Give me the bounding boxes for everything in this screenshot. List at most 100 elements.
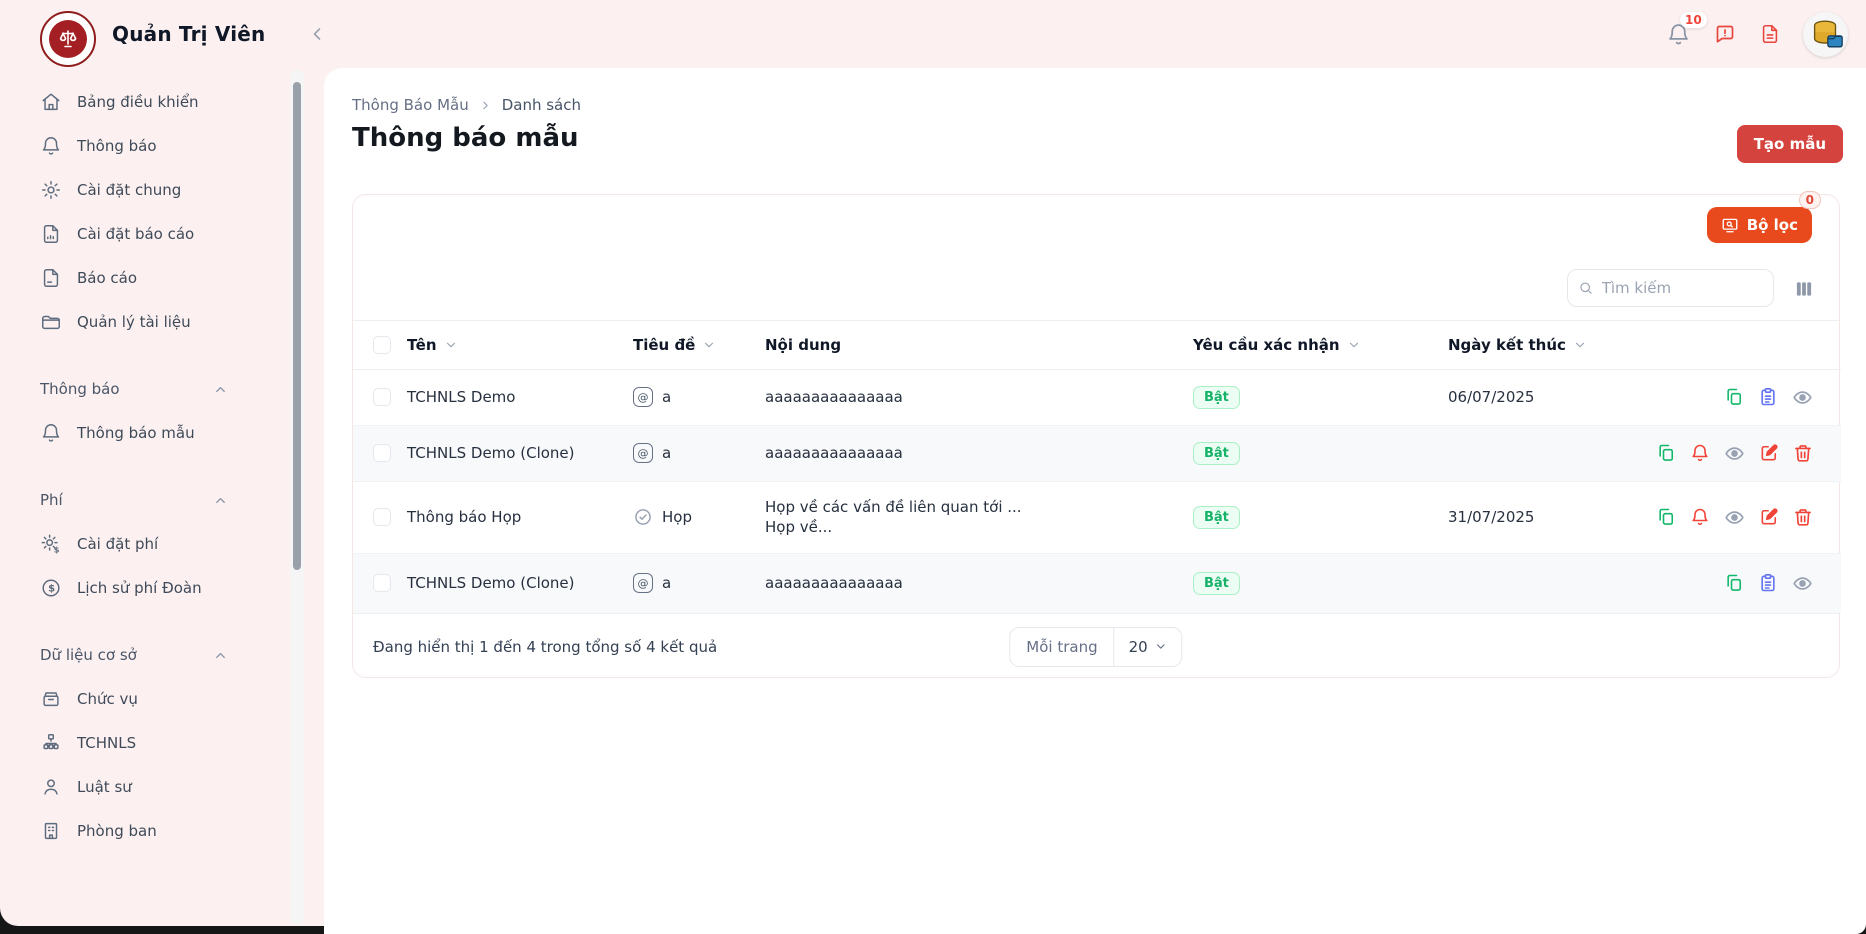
create-template-button[interactable]: Tạo mẫu bbox=[1737, 125, 1843, 163]
filter-button[interactable]: Bộ lọc bbox=[1707, 207, 1812, 243]
search-row bbox=[353, 257, 1839, 321]
delete-button[interactable] bbox=[1793, 507, 1813, 527]
at-badge-icon: @ bbox=[633, 573, 653, 593]
edit-icon bbox=[1759, 443, 1779, 463]
sidebar-item-label: Chức vụ bbox=[77, 690, 138, 708]
bell-icon bbox=[1690, 507, 1710, 527]
sidebar-item-general-settings[interactable]: Cài đặt chung bbox=[0, 168, 290, 212]
sidebar-item-report-settings[interactable]: Cài đặt báo cáo bbox=[0, 212, 290, 256]
select-all-checkbox[interactable] bbox=[373, 336, 391, 354]
sidebar-item-label: TCHNLS bbox=[77, 734, 136, 752]
section-title: Phí bbox=[40, 491, 63, 509]
column-header-name[interactable]: Tên bbox=[407, 336, 625, 354]
sort-chevron-icon bbox=[702, 338, 716, 352]
search-input[interactable] bbox=[1602, 279, 1763, 297]
sidebar-item-documents[interactable]: Quản lý tài liệu bbox=[0, 300, 290, 344]
sidebar-item-reports[interactable]: Báo cáo bbox=[0, 256, 290, 300]
cell-name: TCHNLS Demo (Clone) bbox=[407, 425, 633, 481]
column-header-confirm[interactable]: Yêu cầu xác nhận bbox=[1193, 336, 1440, 354]
file-text-icon bbox=[1759, 22, 1781, 46]
cell-content-line2: Họp về... bbox=[765, 517, 1185, 537]
at-badge-icon: @ bbox=[633, 443, 653, 463]
notify-button[interactable] bbox=[1690, 507, 1710, 527]
view-button[interactable] bbox=[1792, 573, 1813, 594]
sidebar-section-master-data[interactable]: Dữ liệu cơ sở bbox=[0, 633, 290, 677]
view-button[interactable] bbox=[1792, 387, 1813, 408]
sidebar-item-notifications[interactable]: Thông báo bbox=[0, 124, 290, 168]
sidebar-collapse-button[interactable] bbox=[307, 24, 327, 44]
breadcrumb-item-list[interactable]: Danh sách bbox=[502, 96, 581, 114]
sidebar-item-departments[interactable]: Phòng ban bbox=[0, 809, 290, 853]
delete-button[interactable] bbox=[1793, 443, 1813, 463]
chat-alert-icon bbox=[1713, 22, 1737, 46]
row-checkbox[interactable] bbox=[373, 508, 391, 526]
chevron-down-icon bbox=[1155, 640, 1168, 653]
column-header-end-date[interactable]: Ngày kết thúc bbox=[1448, 336, 1675, 354]
breadcrumb: Thông Báo Mẫu Danh sách bbox=[352, 96, 581, 114]
cell-end-date: 06/07/2025 bbox=[1448, 369, 1683, 425]
sidebar-section-notifications[interactable]: Thông báo bbox=[0, 367, 290, 411]
column-label: Ngày kết thúc bbox=[1448, 336, 1566, 354]
clipboard-button[interactable] bbox=[1758, 387, 1778, 407]
svg-text:$: $ bbox=[48, 584, 55, 595]
row-checkbox[interactable] bbox=[373, 388, 391, 406]
page-size-select[interactable]: 20 bbox=[1114, 628, 1182, 666]
sidebar-item-label: Quản lý tài liệu bbox=[77, 313, 191, 331]
table-row: Thông báo Họp Họp Họp về các vấn đề liên… bbox=[353, 481, 1841, 553]
feedback-button[interactable] bbox=[1713, 22, 1737, 46]
breadcrumb-item-templates[interactable]: Thông Báo Mẫu bbox=[352, 96, 469, 114]
sidebar-item-fee-settings[interactable]: $ Cài đặt phí bbox=[0, 522, 290, 566]
row-checkbox[interactable] bbox=[373, 574, 391, 592]
sidebar-item-label: Thông báo mẫu bbox=[77, 424, 195, 442]
table-row: TCHNLS Demo @a aaaaaaaaaaaaaaa Bật 06/07… bbox=[353, 369, 1841, 425]
copy-button[interactable] bbox=[1656, 443, 1676, 463]
sidebar-item-tchnls[interactable]: TCHNLS bbox=[0, 721, 290, 765]
search-box bbox=[1567, 269, 1774, 307]
column-settings-button[interactable] bbox=[1794, 279, 1814, 299]
status-badge: Bật bbox=[1193, 572, 1240, 595]
view-button[interactable] bbox=[1724, 443, 1745, 464]
sidebar-item-lawyers[interactable]: Luật sư bbox=[0, 765, 290, 809]
user-avatar[interactable] bbox=[1803, 12, 1848, 57]
list-card: 0 Bộ lọc Tên Tiêu đề Nội dun bbox=[352, 194, 1840, 678]
cell-name: TCHNLS Demo bbox=[407, 369, 633, 425]
cell-end-date: 31/07/2025 bbox=[1448, 481, 1683, 553]
app-logo bbox=[40, 11, 96, 67]
edit-button[interactable] bbox=[1759, 443, 1779, 463]
copy-button[interactable] bbox=[1656, 507, 1676, 527]
table-row: TCHNLS Demo (Clone) @a aaaaaaaaaaaaaaa B… bbox=[353, 425, 1841, 481]
chevron-up-icon bbox=[213, 382, 228, 397]
documents-button[interactable] bbox=[1759, 22, 1781, 46]
eye-icon bbox=[1792, 573, 1813, 594]
notify-button[interactable] bbox=[1690, 443, 1710, 463]
sidebar-item-notification-templates[interactable]: Thông báo mẫu bbox=[0, 411, 290, 455]
clipboard-button[interactable] bbox=[1758, 573, 1778, 593]
at-badge-icon: @ bbox=[633, 387, 653, 407]
column-header-title[interactable]: Tiêu đề bbox=[633, 336, 757, 354]
chevron-up-icon bbox=[213, 648, 228, 663]
sidebar-item-union-fee-history[interactable]: $ Lịch sử phí Đoàn bbox=[0, 566, 290, 610]
notifications-button[interactable]: 10 bbox=[1666, 22, 1691, 47]
view-button[interactable] bbox=[1724, 507, 1745, 528]
copy-icon bbox=[1656, 507, 1676, 527]
sidebar-item-label: Cài đặt chung bbox=[77, 181, 181, 199]
cell-end-date bbox=[1448, 425, 1683, 481]
check-circle-icon bbox=[633, 507, 653, 527]
bell-icon bbox=[40, 422, 62, 444]
column-label: Tiêu đề bbox=[633, 336, 695, 354]
file-text-icon bbox=[40, 267, 62, 289]
sidebar-scrollbar-thumb[interactable] bbox=[293, 82, 301, 570]
main-content: Thông Báo Mẫu Danh sách Thông báo mẫu Tạ… bbox=[324, 68, 1866, 934]
edit-button[interactable] bbox=[1759, 507, 1779, 527]
status-badge: Bật bbox=[1193, 442, 1240, 465]
page-size-label: Mỗi trang bbox=[1010, 628, 1113, 666]
sidebar-item-positions[interactable]: Chức vụ bbox=[0, 677, 290, 721]
row-checkbox[interactable] bbox=[373, 444, 391, 462]
sidebar-section-fees[interactable]: Phí bbox=[0, 478, 290, 522]
sidebar: Bảng điều khiển Thông báo Cài đặt chung … bbox=[0, 80, 290, 924]
copy-button[interactable] bbox=[1724, 573, 1744, 593]
column-header-content[interactable]: Nội dung bbox=[765, 336, 1185, 354]
sidebar-item-dashboard[interactable]: Bảng điều khiển bbox=[0, 80, 290, 124]
sidebar-scrollbar-track[interactable] bbox=[290, 70, 304, 924]
copy-button[interactable] bbox=[1724, 387, 1744, 407]
